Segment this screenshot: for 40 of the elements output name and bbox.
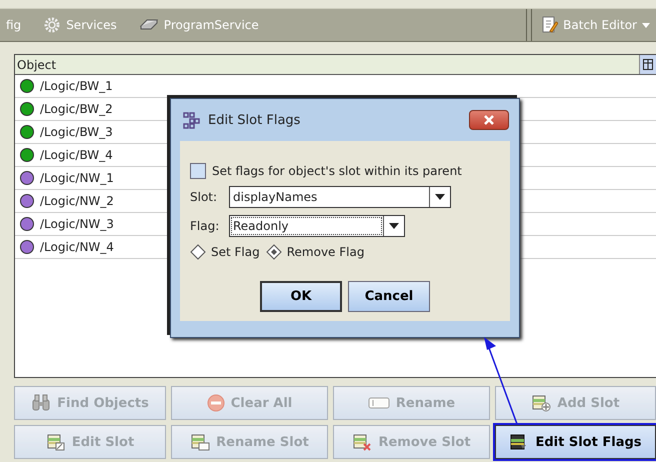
field-label: Slot: [190, 190, 218, 204]
object-name[interactable]: /Logic/NW_1 [40, 171, 114, 185]
checkbox[interactable] [190, 163, 206, 179]
close-icon [482, 115, 496, 125]
object-name[interactable]: /Logic/BW_2 [40, 102, 113, 116]
checkbox-label[interactable]: Set flags for object's slot within its parent [212, 164, 462, 178]
object-name[interactable]: /Logic/NW_2 [40, 194, 114, 208]
remove-slot-icon [352, 433, 372, 451]
keyboard-icon [138, 18, 159, 32]
object-name[interactable]: /Logic/NW_3 [40, 217, 114, 231]
binoculars-icon [31, 394, 52, 412]
column-chooser-icon[interactable] [639, 55, 656, 74]
field-label: Flag: [190, 219, 220, 233]
radio-icon[interactable] [190, 244, 206, 260]
object-name[interactable]: /Logic/BW_1 [40, 79, 113, 93]
dialog-button[interactable]: Cancel [348, 281, 430, 312]
dialog-title: Edit Slot Flags [208, 112, 302, 128]
slot-dropdown[interactable]: displayNames [229, 186, 451, 208]
object-name[interactable]: /Logic/BW_4 [40, 148, 113, 162]
minus-circle-icon [206, 394, 225, 412]
column-title: Object [16, 58, 56, 72]
dialog-button[interactable]: OK [260, 281, 342, 312]
column-header[interactable]: Object [15, 55, 656, 75]
close-button[interactable] [469, 110, 509, 130]
flag-dropdown[interactable]: Readonly [229, 215, 405, 237]
edit-slot-icon [46, 433, 66, 451]
object-name[interactable]: /Logic/NW_4 [40, 240, 114, 254]
radio-option[interactable]: Set Flag [190, 244, 260, 260]
action-button[interactable]: Edit Slot Flags [495, 425, 656, 459]
object-name[interactable]: /Logic/BW_3 [40, 125, 113, 139]
gear-icon [43, 16, 62, 34]
radio-icon[interactable] [266, 244, 282, 260]
radio-option[interactable]: Remove Flag [266, 244, 364, 260]
rename-slot-icon [190, 433, 210, 451]
caret-icon [389, 223, 399, 229]
add-slot-icon [531, 394, 552, 412]
grid-icon [183, 112, 200, 128]
caret-icon [435, 194, 445, 200]
text-field-icon [368, 396, 390, 410]
document-pencil-icon [542, 16, 558, 34]
